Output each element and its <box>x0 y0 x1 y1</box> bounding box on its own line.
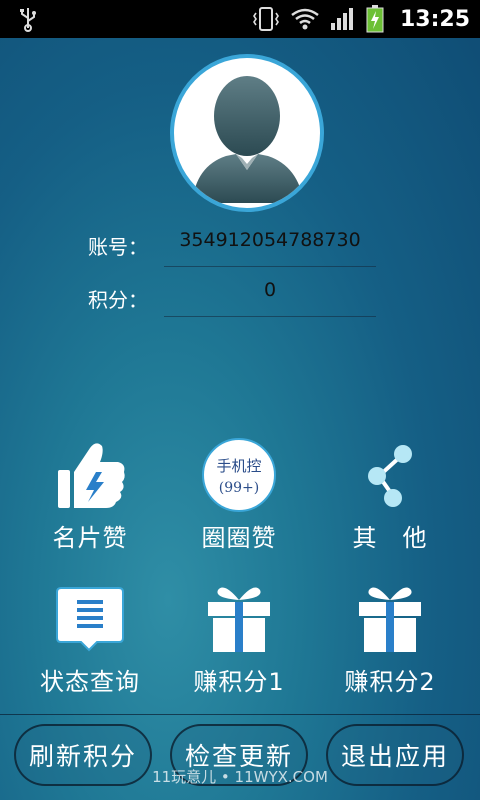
status-query-label: 状态查询 <box>40 668 140 696</box>
business-card-like-label: 名片赞 <box>52 524 128 552</box>
earn-points-2-label: 赚积分2 <box>344 668 436 696</box>
watermark: 11玩意儿 • 11WYX.COM <box>152 768 328 786</box>
earn-points-2-button[interactable]: 赚积分2 <box>315 582 465 697</box>
phone-control-badge-icon: 手机控 (99+) <box>202 438 276 512</box>
status-bar: 13:25 <box>0 0 480 38</box>
account-underline <box>164 266 376 267</box>
earn-points-1-button[interactable]: 赚积分1 <box>164 582 314 697</box>
badge-line-1: 手机控 <box>216 456 262 475</box>
share-icon <box>368 445 412 507</box>
usb-icon <box>20 8 36 32</box>
vibrate-icon <box>253 7 279 31</box>
battery-charging-icon <box>366 5 384 33</box>
wifi-icon <box>291 8 319 30</box>
clock-time: 13:25 <box>399 6 470 32</box>
user-silhouette-icon <box>192 76 304 203</box>
gift-icon <box>208 587 270 652</box>
badge-line-2: (99+) <box>218 479 260 496</box>
gift-icon <box>359 587 421 652</box>
bottom-divider <box>0 714 480 715</box>
other-button[interactable]: 其 他 <box>315 438 465 553</box>
business-card-like-button[interactable]: 名片赞 <box>15 438 165 553</box>
points-value: 0 <box>263 279 277 301</box>
message-list-icon <box>56 587 124 652</box>
circle-like-button[interactable]: 手机控 (99+) 圈圈赞 <box>164 438 314 553</box>
account-label: 账号： <box>88 235 148 259</box>
earn-points-1-label: 赚积分1 <box>193 668 285 696</box>
status-query-button[interactable]: 状态查询 <box>15 584 165 697</box>
circle-like-label: 圈圈赞 <box>201 524 277 552</box>
other-label: 其 他 <box>352 524 428 552</box>
account-value: 354912054788730 <box>179 229 361 251</box>
avatar[interactable] <box>170 54 324 212</box>
signal-icon <box>330 8 353 30</box>
points-underline <box>164 316 376 317</box>
thumbs-up-icon <box>58 443 125 508</box>
points-label: 积分： <box>88 288 148 312</box>
